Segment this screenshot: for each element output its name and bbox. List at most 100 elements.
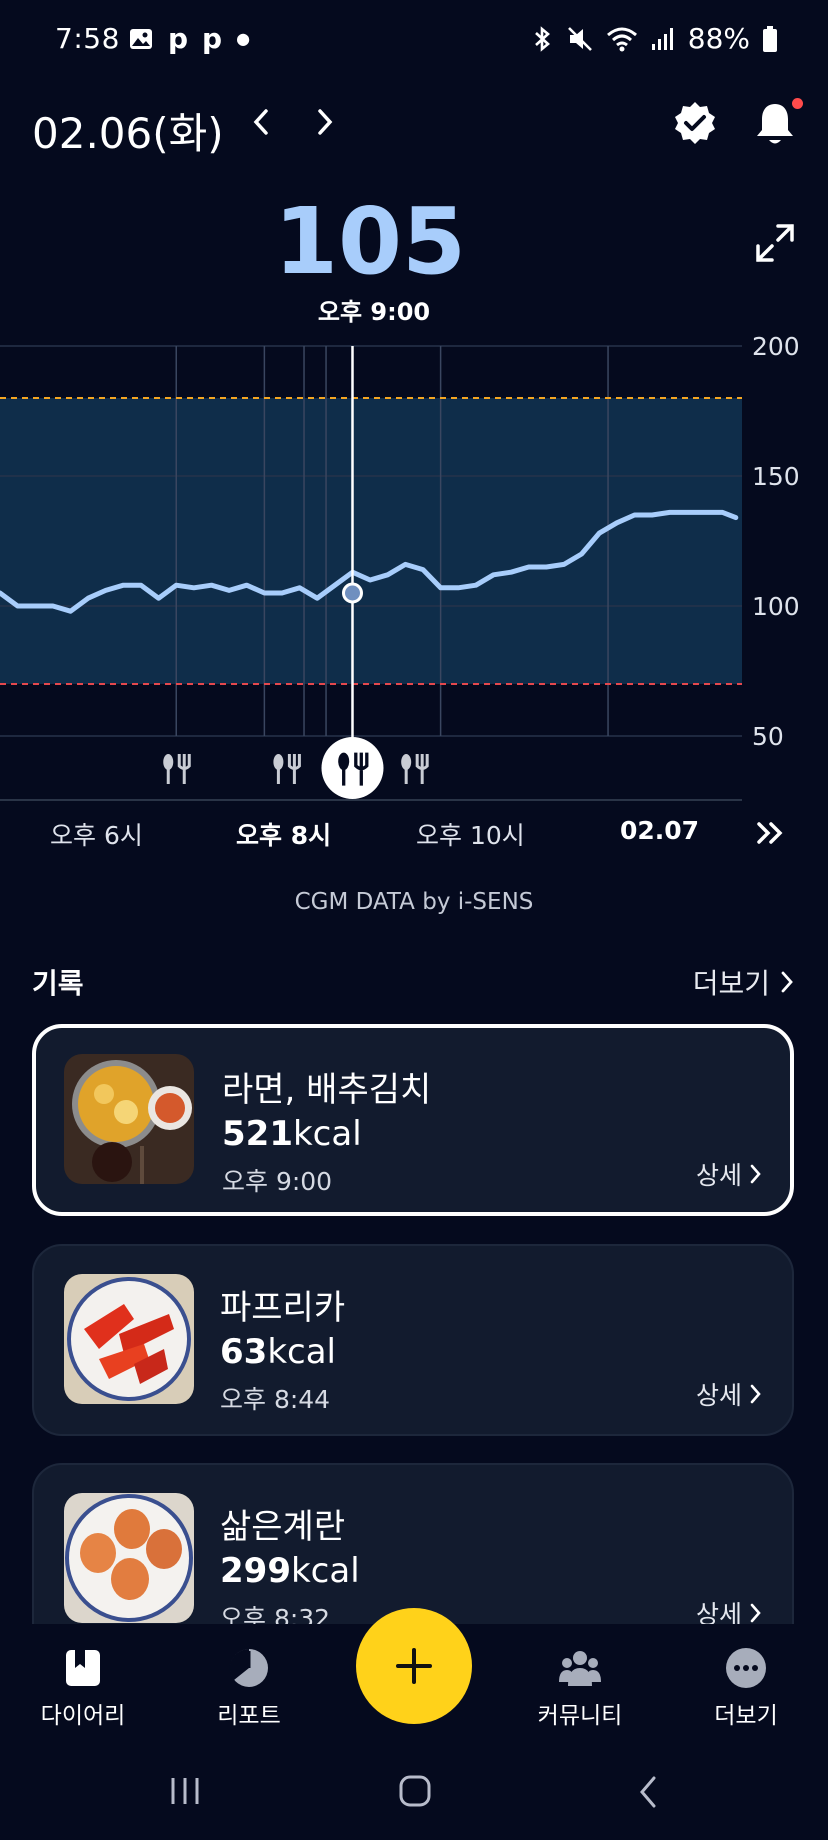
meal-marker[interactable]: [163, 754, 191, 784]
nav-community[interactable]: 커뮤니티: [510, 1646, 650, 1730]
kcal-value: 63: [220, 1332, 268, 1372]
bluetooth-icon: [534, 25, 550, 52]
y-tick-label: 200: [752, 332, 800, 361]
kcal-value: 521: [222, 1114, 293, 1154]
date-title[interactable]: 02.06(화): [32, 100, 224, 161]
x-tick-label: 02.07: [620, 816, 700, 845]
nav-diary[interactable]: 다이어리: [13, 1646, 153, 1730]
report-icon: [229, 1648, 268, 1687]
fork-knife-icon: [273, 754, 301, 784]
more-dots-icon: [726, 1648, 766, 1688]
paprika-photo: [64, 1274, 194, 1404]
spoon-handle: [276, 768, 280, 784]
meal-time: 오후 8:44: [220, 1385, 331, 1414]
meal-card[interactable]: 파프리카 63kcal 오후 8:44 상세: [32, 1244, 794, 1436]
chevron-left-icon: [253, 109, 268, 135]
kcal-value: 299: [220, 1551, 291, 1591]
status-time: 7:58: [55, 22, 120, 55]
meal-name: 삶은계란: [220, 1507, 346, 1547]
spoon-head: [338, 752, 350, 771]
glucose-value: 105: [273, 188, 467, 295]
mute-icon: [567, 26, 592, 51]
meal-photo: [64, 1493, 194, 1623]
jump-forward-button[interactable]: [754, 818, 786, 852]
chevron-right-icon: [750, 1164, 761, 1184]
nav-label: 더보기: [714, 1703, 778, 1729]
chevron-right-icon: [750, 1603, 761, 1623]
plus-icon: [396, 1648, 432, 1684]
nav-label: 다이어리: [40, 1703, 126, 1729]
add-record-button[interactable]: [356, 1608, 472, 1724]
home-button[interactable]: [398, 1774, 432, 1812]
meal-detail-link[interactable]: 상세: [696, 1376, 762, 1412]
detail-label: 상세: [695, 1161, 742, 1190]
verified-badge-button[interactable]: [672, 100, 722, 150]
spoon-head: [273, 754, 284, 770]
target-range-band: [0, 398, 742, 684]
meal-calories: 299kcal: [220, 1551, 360, 1591]
back-button[interactable]: [636, 1774, 660, 1814]
status-left-icons: p p ●: [128, 22, 250, 55]
meal-marker-bg: [321, 737, 384, 799]
y-axis-ticks: 200 150 100 50: [752, 332, 800, 751]
meal-name: 라면, 배추김치: [222, 1070, 432, 1110]
double-chevron-right-icon: [757, 822, 783, 844]
notifications-button[interactable]: [752, 98, 803, 150]
expand-chart-button[interactable]: [754, 222, 796, 264]
nav-more[interactable]: 더보기: [676, 1646, 816, 1730]
status-right: 88%: [530, 22, 778, 55]
photo-icon: [130, 28, 152, 49]
recents-icon: [171, 1778, 199, 1804]
meal-marker[interactable]: [273, 754, 301, 784]
battery-percent: 88%: [687, 22, 750, 55]
prev-day-button[interactable]: [250, 104, 272, 148]
glucose-time: 오후 9:00: [317, 298, 431, 326]
nav-label: 커뮤니티: [537, 1703, 623, 1729]
signal-icon: [651, 27, 673, 50]
expand-icon: [756, 224, 794, 262]
recents-button[interactable]: [168, 1774, 202, 1812]
notification-dot: [792, 98, 803, 109]
meal-detail-link[interactable]: 상세: [696, 1156, 762, 1192]
verified-badge-icon: [675, 102, 715, 144]
meal-marker[interactable]: [401, 754, 429, 784]
back-icon: [640, 1776, 656, 1808]
meal-photo: [64, 1054, 194, 1184]
more-link-label: 더보기: [692, 967, 770, 1000]
meal-calories: 63kcal: [220, 1332, 336, 1372]
y-tick-label: 50: [752, 722, 784, 751]
p-icon: p: [202, 22, 223, 55]
home-icon: [399, 1775, 431, 1807]
meal-markers: [163, 737, 429, 799]
meal-card[interactable]: 라면, 배추김치 521kcal 오후 9:00 상세: [32, 1024, 794, 1216]
fork-shape: [415, 754, 429, 784]
nav-label: 리포트: [217, 1703, 281, 1729]
fork-knife-icon: [401, 754, 429, 784]
records-title: 기록: [32, 967, 84, 1000]
meal-calories: 521kcal: [222, 1114, 362, 1154]
spoon-handle: [166, 768, 170, 784]
next-day-button[interactable]: [314, 104, 336, 148]
chevron-right-icon: [318, 109, 333, 135]
cgm-credit: CGM DATA by i-SENS: [294, 889, 534, 915]
y-tick-label: 150: [752, 462, 800, 491]
meal-marker-selected[interactable]: [321, 737, 384, 799]
spoon-handle: [404, 768, 408, 784]
records-more-link[interactable]: 더보기: [693, 962, 794, 1002]
community-icon: [559, 1651, 601, 1686]
chevron-right-icon: [781, 971, 793, 993]
nav-report[interactable]: 리포트: [179, 1646, 319, 1730]
eggs-photo: [64, 1493, 194, 1623]
kcal-unit: kcal: [292, 1114, 362, 1154]
meal-name: 파프리카: [220, 1288, 346, 1328]
kcal-unit: kcal: [290, 1551, 360, 1591]
chevron-right-icon: [750, 1384, 761, 1404]
y-tick-label: 100: [752, 592, 800, 621]
p-icon: p: [168, 22, 189, 55]
fork-shape: [177, 754, 191, 784]
glucose-chart[interactable]: 200 150 100 50: [0, 330, 828, 850]
selected-point: [341, 582, 363, 604]
kcal-unit: kcal: [267, 1332, 336, 1372]
fork-knife-icon: [163, 754, 191, 784]
spoon-head: [401, 754, 412, 770]
